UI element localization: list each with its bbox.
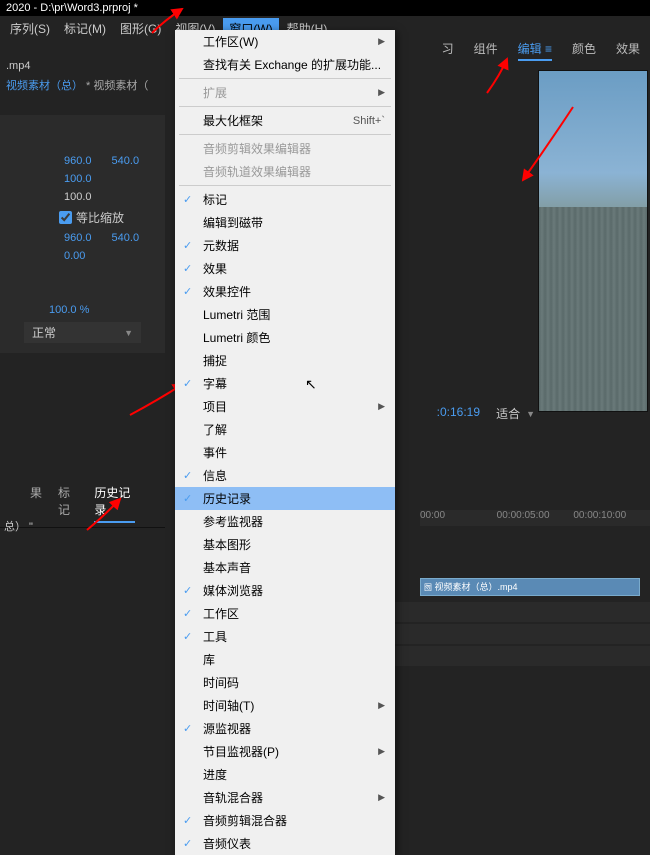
menu-item[interactable]: ✓源监视器 <box>175 717 395 740</box>
timecode[interactable]: :0:16:19 <box>437 405 480 419</box>
opacity-value[interactable]: 100.0 % <box>49 304 161 316</box>
panel-tab[interactable]: 历史记录 <box>94 484 135 523</box>
program-monitor[interactable] <box>538 70 648 412</box>
workspace-tab[interactable]: 组件 <box>474 40 498 61</box>
cursor-icon: ↖ <box>305 376 317 393</box>
breadcrumb-link[interactable]: 视频素材（总） <box>6 80 83 92</box>
effect-controls-panel: 960.0540.0 100.0 100.0 等比缩放 960.0540.0 0… <box>0 115 165 353</box>
menu-item[interactable]: 捕捉 <box>175 349 395 372</box>
workspace-tab[interactable]: 编辑 ≡ <box>518 40 552 61</box>
chevron-down-icon: ▼ <box>526 409 535 419</box>
menu-item[interactable]: 参考监视器 <box>175 510 395 533</box>
menu-item: 音频剪辑效果编辑器 <box>175 137 395 160</box>
scale-value[interactable]: 100.0 <box>64 173 161 185</box>
menu-item[interactable]: 时间轴(T)▶ <box>175 694 395 717</box>
menu-item[interactable]: ✓元数据 <box>175 234 395 257</box>
menu-item[interactable]: ✓效果控件 <box>175 280 395 303</box>
menu-0[interactable]: 序列(S) <box>4 18 56 39</box>
uniform-scale-checkbox[interactable]: 等比缩放 <box>59 209 161 226</box>
menu-item[interactable]: Lumetri 范围 <box>175 303 395 326</box>
file-tab[interactable]: .mp4 <box>0 58 36 74</box>
workspace-tab[interactable]: 颜色 <box>572 40 596 61</box>
menu-item[interactable]: ✓工具 <box>175 625 395 648</box>
position-values[interactable]: 960.0540.0 <box>64 155 161 167</box>
blend-mode-dropdown[interactable]: 正常▼ <box>24 322 141 343</box>
workspace-tab[interactable]: 效果 <box>616 40 640 61</box>
zoom-dropdown[interactable]: 适合▼ <box>496 405 535 422</box>
menu-item[interactable]: ✓字幕 <box>175 372 395 395</box>
history-panel: 总） " <box>4 510 33 534</box>
menu-item[interactable]: 基本图形 <box>175 533 395 556</box>
menu-item[interactable]: ✓效果 <box>175 257 395 280</box>
menu-item[interactable]: 最大化框架Shift+` <box>175 109 395 132</box>
menu-item[interactable]: 音轨混合器▶ <box>175 786 395 809</box>
antiflicker-value[interactable]: 0.00 <box>64 250 161 262</box>
menu-item: 扩展▶ <box>175 81 395 104</box>
menu-item[interactable]: Lumetri 颜色 <box>175 326 395 349</box>
menu-item[interactable]: ✓媒体浏览器 <box>175 579 395 602</box>
menu-item[interactable]: 编辑到磁带 <box>175 211 395 234</box>
breadcrumb: 视频素材（总） * 视频素材（ <box>0 75 154 95</box>
timeline-ruler[interactable]: 00:0000:00:05:0000:00:10:00 <box>420 510 650 526</box>
menu-item[interactable]: 基本声音 <box>175 556 395 579</box>
menu-2[interactable]: 图形(G) <box>114 18 167 39</box>
menu-item[interactable]: ✓音频剪辑混合器 <box>175 809 395 832</box>
menu-item[interactable]: 了解 <box>175 418 395 441</box>
menu-1[interactable]: 标记(M) <box>58 18 112 39</box>
window-menu-dropdown: 工作区(W)▶查找有关 Exchange 的扩展功能... 扩展▶ 最大化框架Shi… <box>175 30 395 855</box>
workspace-tab[interactable]: 习 <box>442 40 454 61</box>
chevron-down-icon: ▼ <box>124 328 133 338</box>
menu-item[interactable]: 工作区(W)▶ <box>175 30 395 53</box>
menu-item[interactable]: ✓历史记录 <box>175 487 395 510</box>
menu-item[interactable]: 进度 <box>175 763 395 786</box>
panel-tab[interactable]: 标记 <box>58 484 78 523</box>
video-clip[interactable]: 囫 视频素材（总）.mp4 <box>420 578 640 596</box>
menu-item[interactable]: ✓工作区 <box>175 602 395 625</box>
menu-item[interactable]: 节目监视器(P)▶ <box>175 740 395 763</box>
menu-item: 音频轨道效果编辑器 <box>175 160 395 183</box>
menu-item[interactable]: 项目▶ <box>175 395 395 418</box>
menu-item[interactable]: 库 <box>175 648 395 671</box>
menu-item[interactable]: ✓标记 <box>175 188 395 211</box>
anchor-values[interactable]: 960.0540.0 <box>64 232 161 244</box>
menu-item[interactable]: 查找有关 Exchange 的扩展功能... <box>175 53 395 76</box>
menu-item[interactable]: ✓音频仪表 <box>175 832 395 855</box>
titlebar: 2020 - D:\pr\Word3.prproj * <box>0 0 650 16</box>
workspace-tabs: 习组件编辑 ≡ 颜色效果 <box>442 40 640 61</box>
menu-item[interactable]: ✓信息 <box>175 464 395 487</box>
menu-item[interactable]: 时间码 <box>175 671 395 694</box>
menu-item[interactable]: 事件 <box>175 441 395 464</box>
scale-readonly: 100.0 <box>64 191 161 203</box>
